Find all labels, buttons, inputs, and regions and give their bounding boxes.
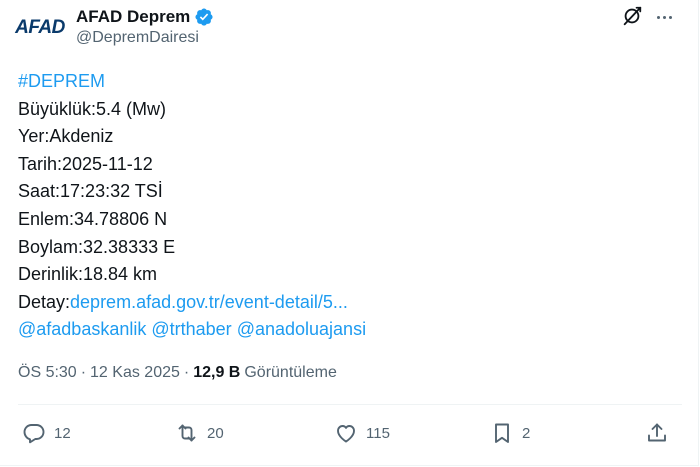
author-name-row: AFAD Deprem xyxy=(76,6,214,28)
mention-link[interactable]: @trthaber xyxy=(151,319,231,339)
detail-link[interactable]: deprem.afad.gov.tr/event-detail/5... xyxy=(70,292,348,312)
location-line: Yer:Akdeniz xyxy=(18,126,114,147)
tweet-date[interactable]: 12 Kas 2025 xyxy=(90,364,180,382)
views-label: Görüntüleme xyxy=(244,364,337,381)
like-icon xyxy=(334,421,358,445)
bookmark-button[interactable]: 2 xyxy=(490,420,530,446)
avatar-logo-text: AFAD xyxy=(15,17,65,38)
detail-line: Detay:deprem.afad.gov.tr/event-detail/5.… xyxy=(18,289,678,317)
detail-label: Detay: xyxy=(18,291,71,312)
like-button[interactable]: 115 xyxy=(334,420,390,446)
repost-count: 20 xyxy=(207,424,224,442)
divider xyxy=(18,404,682,405)
tweet-text: #DEPREM Büyüklük:5.4 (Mw) Yer:Akdeniz Ta… xyxy=(18,68,678,344)
verified-badge-icon xyxy=(194,7,214,27)
date-line: Tarih:2025-11-12 xyxy=(18,153,153,174)
mentions-line: @afadbaskanlik @trthaber @anadoluajansi xyxy=(18,316,678,344)
latitude-line: Enlem:34.78806 N xyxy=(18,208,168,229)
meta-separator: · xyxy=(80,364,87,381)
tweet-meta: ÖS 5:30 · 12 Kas 2025 · 12,9 B Görüntüle… xyxy=(18,364,337,382)
like-count: 115 xyxy=(366,424,390,442)
longitude-line: Boylam:32.38333 E xyxy=(18,236,176,257)
repost-icon xyxy=(175,421,199,445)
reply-count: 12 xyxy=(54,424,71,442)
depth-line: Derinlik:18.84 km xyxy=(18,264,158,285)
grok-icon[interactable] xyxy=(621,5,643,27)
time-line: Saat:17:23:32 TSİ xyxy=(18,181,163,202)
avatar[interactable]: AFAD xyxy=(14,8,66,48)
reply-button[interactable]: 12 xyxy=(22,420,71,446)
meta-separator: · xyxy=(183,364,190,381)
author-handle[interactable]: @DepremDairesi xyxy=(76,29,199,47)
bookmark-count: 2 xyxy=(522,424,531,442)
bookmark-icon xyxy=(490,421,514,445)
magnitude-line: Büyüklük:5.4 (Mw) xyxy=(18,98,167,119)
views-count: 12,9 B xyxy=(193,364,241,381)
hashtag-link[interactable]: #DEPREM xyxy=(18,71,105,91)
repost-button[interactable]: 20 xyxy=(175,420,224,446)
display-name[interactable]: AFAD Deprem xyxy=(76,7,190,27)
more-icon[interactable] xyxy=(653,6,675,28)
tweet-time[interactable]: ÖS 5:30 xyxy=(18,364,77,382)
reply-icon xyxy=(22,421,46,445)
mention-link[interactable]: @afadbaskanlik xyxy=(18,319,146,339)
share-button[interactable] xyxy=(645,420,669,446)
mention-link[interactable]: @anadoluajansi xyxy=(237,319,366,339)
tweet-card: AFAD AFAD Deprem @DepremDairesi #DEPREM … xyxy=(0,0,699,466)
share-icon xyxy=(645,421,669,445)
